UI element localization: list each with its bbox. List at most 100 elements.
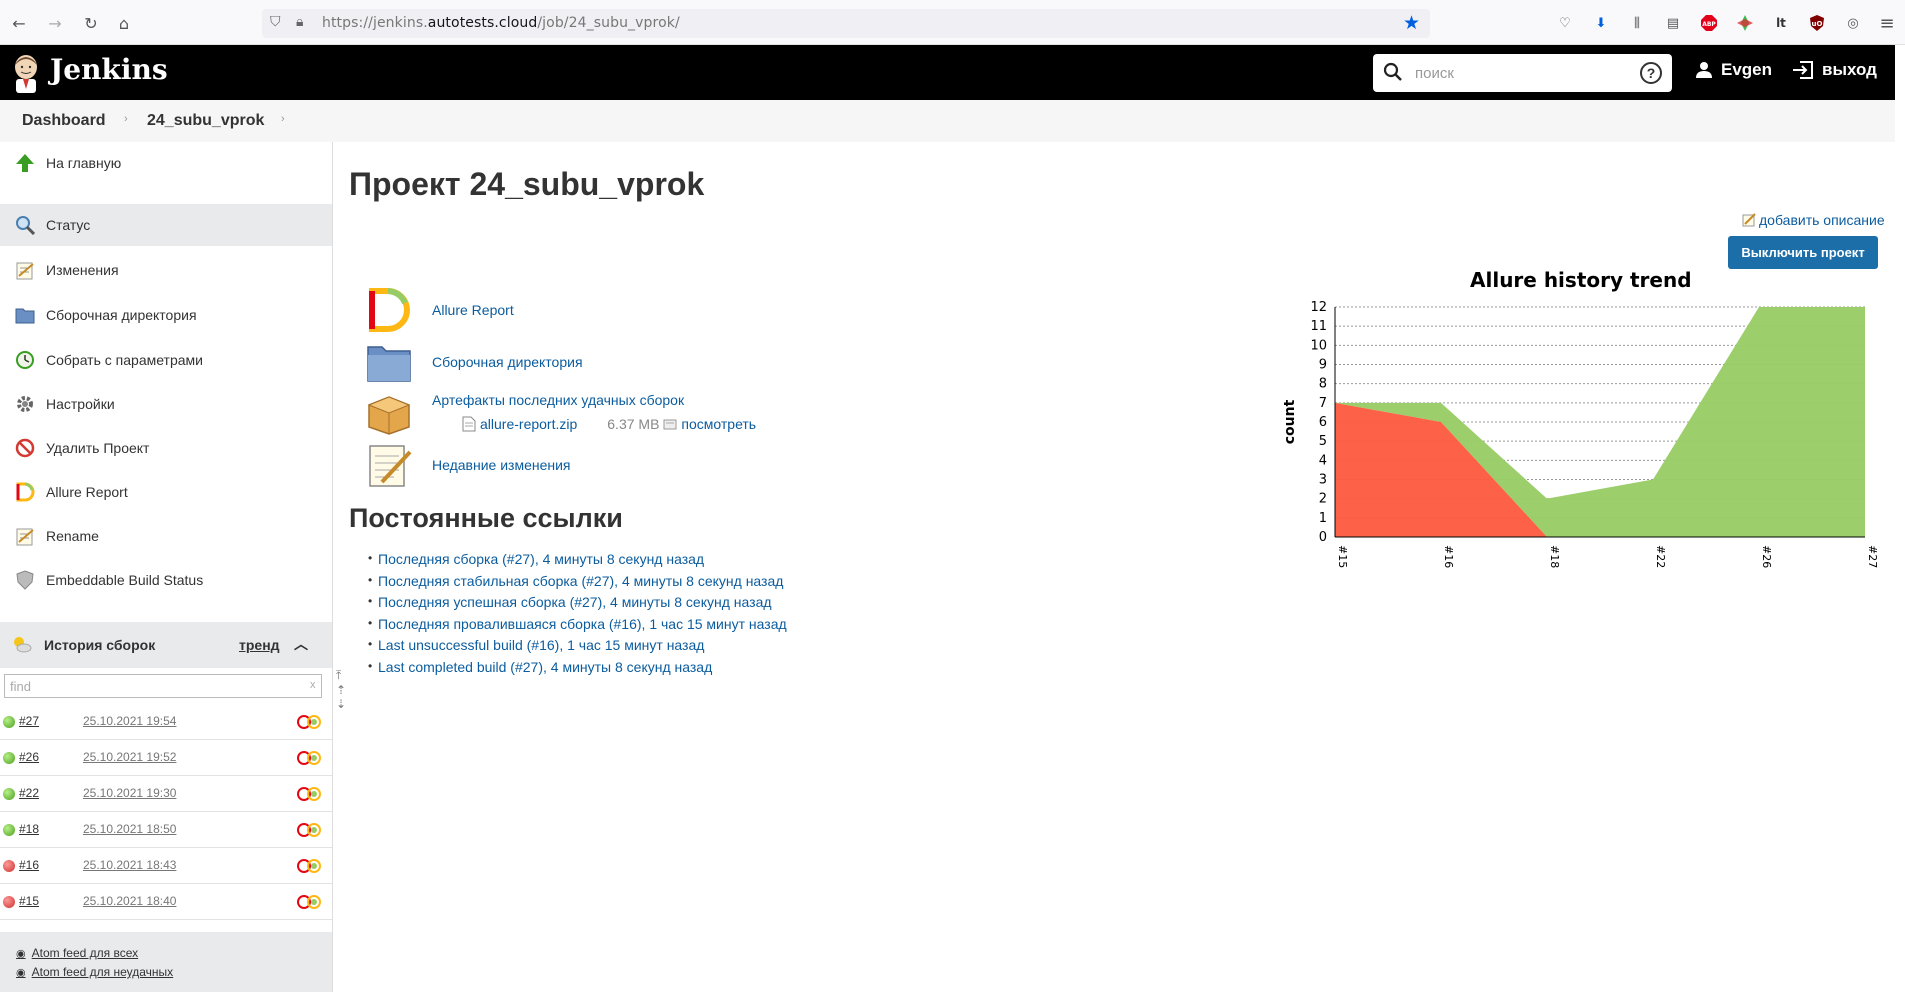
build-number[interactable]: #15 [19, 894, 39, 908]
action-allure-report[interactable]: Allure Report [364, 287, 514, 333]
build-row[interactable]: #22 25.10.2021 19:30 [0, 776, 332, 812]
permalink-item[interactable]: Последняя стабильная сборка (#27), 4 мин… [368, 573, 787, 595]
build-date[interactable]: 25.10.2021 19:30 [83, 786, 176, 800]
build-row[interactable]: #15 25.10.2021 18:40 [0, 884, 332, 920]
forward-icon[interactable]: → [42, 10, 68, 36]
build-number[interactable]: #27 [19, 714, 39, 728]
build-row[interactable]: #18 25.10.2021 18:50 [0, 812, 332, 848]
disable-project-button[interactable]: Выключить проект [1728, 236, 1878, 269]
build-date[interactable]: 25.10.2021 19:52 [83, 750, 176, 764]
logout-link[interactable]: выход [1792, 60, 1877, 80]
shield-icon[interactable]: ⛉ [270, 14, 281, 30]
breadcrumb-project[interactable]: 24_subu_vprok [147, 112, 264, 130]
allure-icon[interactable] [295, 894, 325, 910]
atom-feed-all-link[interactable]: ◉ Atom feed для всех [16, 946, 138, 960]
sidebar-item-label: На главную [46, 155, 122, 171]
home-icon[interactable]: ⌂ [111, 10, 137, 36]
sidebar-item-allure[interactable]: Allure Report [0, 471, 332, 513]
allure-icon[interactable] [295, 714, 325, 730]
build-row[interactable]: #26 25.10.2021 19:52 [0, 740, 332, 776]
back-icon[interactable]: ← [6, 10, 32, 36]
build-date[interactable]: 25.10.2021 18:43 [83, 858, 176, 872]
build-row[interactable]: #16 25.10.2021 18:43 [0, 848, 332, 884]
address-bar[interactable]: ⛉ 🔒︎ https://jenkins.autotests.cloud/job… [262, 9, 1430, 38]
y-tick-label: 7 [1319, 396, 1327, 411]
lt-extension-icon[interactable]: lt [1771, 13, 1791, 33]
permalink-item[interactable]: Последняя провалившаяся сборка (#16), 1 … [368, 616, 787, 638]
pocket-icon[interactable]: ♡ [1555, 13, 1575, 33]
build-history-header: История сборок тренд ︿ [0, 622, 332, 668]
breadcrumb-chevron-icon[interactable]: › [124, 113, 128, 125]
url-text[interactable]: https://jenkins.autotests.cloud/job/24_s… [322, 15, 680, 31]
colorful-extension-icon[interactable] [1735, 13, 1755, 33]
artifact-row: allure-report.zip 6.37 MB посмотреть [462, 416, 756, 432]
sidebar-item-home[interactable]: На главную [0, 142, 332, 184]
library-icon[interactable]: ⫼ [1627, 13, 1647, 33]
sidebar-item-settings[interactable]: Настройки [0, 383, 332, 425]
clear-filter-icon[interactable]: x [310, 679, 316, 691]
build-number[interactable]: #18 [19, 822, 39, 836]
sidebar-item-changes[interactable]: Изменения [0, 249, 332, 291]
action-workspace[interactable]: Сборочная директория [364, 339, 583, 385]
build-number[interactable]: #26 [19, 750, 39, 764]
permalink-item[interactable]: Last completed build (#27), 4 минуты 8 с… [368, 659, 787, 681]
breadcrumb-chevron-icon[interactable]: › [281, 113, 285, 125]
build-row[interactable]: #27 25.10.2021 19:54 [0, 704, 332, 740]
allure-icon[interactable] [295, 822, 325, 838]
trend-link[interactable]: тренд [239, 637, 280, 653]
allure-trend-chart[interactable]: 0123456789101112#15 #16 #18 #22 #26 #27count [1280, 290, 1880, 575]
sidebar-item-workspace[interactable]: Сборочная директория [0, 294, 332, 336]
artifact-file-link[interactable]: allure-report.zip [480, 416, 577, 432]
allure-icon[interactable] [295, 750, 325, 766]
build-number[interactable]: #22 [19, 786, 39, 800]
sidebar-item-status[interactable]: Статус [0, 204, 332, 246]
ublock-icon[interactable]: uO [1807, 13, 1827, 33]
notepad-icon [14, 525, 36, 547]
history-filter-input[interactable] [4, 674, 322, 698]
action-recent-changes[interactable]: Недавние изменения [364, 442, 571, 488]
scroll-down-icon[interactable]: ⇣ [336, 697, 350, 711]
history-scroll-controls: ⤒ ⇡ ⇣ [336, 668, 350, 728]
help-icon[interactable]: ? [1640, 62, 1662, 84]
jenkins-title[interactable]: Jenkins [50, 53, 168, 86]
search-input[interactable] [1415, 62, 1625, 84]
scroll-up-icon[interactable]: ⇡ [336, 683, 350, 697]
lock-icon[interactable]: 🔒︎ [296, 14, 303, 30]
reload-icon[interactable]: ↻ [78, 10, 104, 36]
y-tick-label: 6 [1319, 415, 1327, 430]
y-tick-label: 3 [1319, 473, 1327, 488]
url-domain: autotests.cloud [427, 15, 538, 31]
user-link[interactable]: Evgen [1695, 60, 1772, 80]
bookmark-star-icon[interactable]: ★ [1403, 12, 1420, 34]
sidebar-item-rename[interactable]: Rename [0, 515, 332, 557]
add-description-label: добавить описание [1759, 212, 1885, 228]
allure-icon[interactable] [295, 786, 325, 802]
collapse-chevron-icon[interactable]: ︿ [294, 634, 308, 654]
permalink-item[interactable]: Последняя успешная сборка (#27), 4 минут… [368, 594, 787, 616]
build-number[interactable]: #16 [19, 858, 39, 872]
menu-icon[interactable]: ≡ [1877, 13, 1897, 34]
adblock-icon[interactable]: ABP [1699, 13, 1719, 33]
allure-icon[interactable] [295, 858, 325, 874]
build-status-icon [3, 860, 15, 872]
globe-icon[interactable]: ◎ [1843, 13, 1863, 33]
jenkins-logo-icon[interactable] [8, 53, 44, 95]
sidebar-item-delete[interactable]: Удалить Проект [0, 427, 332, 469]
atom-feed-failed-link[interactable]: ◉ Atom feed для неудачных [16, 965, 173, 979]
sidebar-item-embeddable-status[interactable]: Embeddable Build Status [0, 559, 332, 601]
view-icon [663, 419, 677, 430]
build-date[interactable]: 25.10.2021 18:40 [83, 894, 176, 908]
build-status-icon [3, 824, 15, 836]
permalink-item[interactable]: Последняя сборка (#27), 4 минуты 8 секун… [368, 551, 787, 573]
downloads-icon[interactable]: ⬇ [1591, 13, 1611, 33]
permalink-item[interactable]: Last unsuccessful build (#16), 1 час 15 … [368, 637, 787, 659]
scroll-top-icon[interactable]: ⤒ [336, 668, 350, 683]
sidebar-icon[interactable]: ▤ [1663, 13, 1683, 33]
build-date[interactable]: 25.10.2021 19:54 [83, 714, 176, 728]
build-date[interactable]: 25.10.2021 18:50 [83, 822, 176, 836]
add-description-link[interactable]: добавить описание [1742, 212, 1885, 228]
sidebar-item-build-with-params[interactable]: Собрать с параметрами [0, 339, 332, 381]
artifact-view-link[interactable]: посмотреть [681, 416, 756, 432]
action-label: Allure Report [432, 302, 514, 318]
breadcrumb-dashboard[interactable]: Dashboard [22, 112, 106, 130]
